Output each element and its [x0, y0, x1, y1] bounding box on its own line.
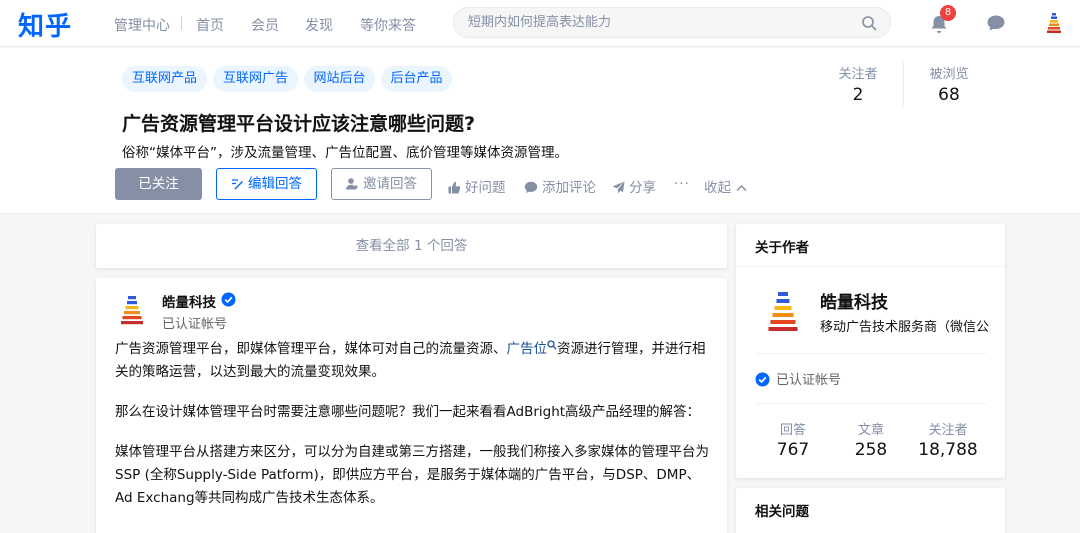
verified-badge-icon	[221, 292, 236, 307]
nav-divider	[181, 16, 182, 30]
stat-articles-value[interactable]: 258	[831, 440, 911, 460]
divider	[755, 353, 987, 354]
notification-badge: 8	[940, 5, 956, 21]
nav-membership[interactable]: 会员	[251, 15, 279, 35]
stat-followers-label: 关注者	[928, 423, 968, 438]
topic-tag[interactable]: 后台产品	[381, 66, 452, 92]
followers-label: 关注者	[838, 67, 878, 82]
edit-answer-label: 编辑回答	[248, 176, 302, 192]
chevron-up-icon	[736, 184, 747, 192]
search-small-icon	[547, 340, 557, 350]
stat-answers-label: 回答	[779, 423, 806, 438]
sidebar-author-description: 移动广告技术服务商（微信公众号）	[820, 320, 990, 335]
invite-answer-button[interactable]: 邀请回答	[331, 168, 432, 200]
share-button[interactable]: 分享	[612, 176, 656, 196]
invite-user-icon	[346, 178, 358, 190]
question-title[interactable]: 广告资源管理平台设计应该注意哪些问题?	[122, 109, 475, 136]
more-options-button[interactable]: ···	[674, 176, 690, 192]
stat-followers-value[interactable]: 18,788	[908, 440, 988, 460]
nav-discover[interactable]: 发现	[305, 15, 333, 35]
author-verified-text: 已认证帐号	[162, 317, 228, 332]
about-author-title: 关于作者	[755, 240, 809, 256]
collapse-label: 收起	[704, 180, 731, 196]
follow-button[interactable]: 已关注	[115, 168, 202, 200]
search-box	[453, 7, 891, 38]
stat-answers-value[interactable]: 767	[753, 440, 833, 460]
sidebar-verified-text: 已认证帐号	[776, 373, 842, 388]
message-icon[interactable]	[986, 14, 1006, 32]
topic-tag[interactable]: 互联网产品	[122, 66, 207, 92]
add-comment-label: 添加评论	[542, 180, 596, 196]
search-icon[interactable]	[861, 15, 877, 31]
share-icon	[612, 181, 625, 194]
views-label: 被浏览	[929, 67, 969, 82]
topic-tag[interactable]: 网站后台	[304, 66, 375, 92]
ad-slot-link[interactable]: 广告位	[506, 340, 558, 357]
related-questions-title: 相关问题	[755, 504, 809, 520]
nav-waiting-answers[interactable]: 等你来答	[360, 15, 416, 35]
author-avatar[interactable]	[117, 294, 147, 326]
stat-divider	[903, 62, 904, 106]
user-avatar[interactable]	[1046, 12, 1064, 34]
answer-paragraph: 媒体管理平台从搭建方来区分，可以分为自建或第三方搭建，一般我们称接入多家媒体的管…	[115, 444, 709, 506]
comment-icon	[524, 181, 538, 193]
answer-paragraph: 那么在设计媒体管理平台时需要注意哪些问题呢？我们一起来看看AdBright高级产…	[115, 404, 701, 420]
sidebar-author-avatar[interactable]	[763, 290, 803, 332]
answer-text: 广告资源管理平台，即媒体管理平台，媒体可对自己的流量资源、	[115, 341, 507, 357]
sidebar-author-name[interactable]: 皓量科技	[820, 288, 888, 313]
author-name[interactable]: 皓量科技	[162, 291, 216, 311]
verified-badge-icon	[755, 372, 770, 387]
invite-answer-label: 邀请回答	[363, 176, 417, 192]
good-question-label: 好问题	[465, 180, 506, 196]
followers-count[interactable]: 2	[828, 85, 888, 105]
nav-admin-center[interactable]: 管理中心	[114, 15, 170, 35]
stat-articles-label: 文章	[857, 423, 884, 438]
divider	[755, 403, 987, 404]
good-question-button[interactable]: 好问题	[448, 176, 506, 196]
view-all-answers-link[interactable]: 查看全部 1 个回答	[96, 224, 727, 268]
top-bar: 知乎 管理中心 首页 会员 发现 等你来答 8	[0, 0, 1080, 47]
add-comment-button[interactable]: 添加评论	[524, 176, 596, 196]
edit-answer-button[interactable]: 编辑回答	[216, 168, 317, 200]
collapse-button[interactable]: 收起	[704, 176, 747, 196]
share-label: 分享	[629, 180, 656, 196]
topic-tag[interactable]: 互联网广告	[213, 66, 298, 92]
question-description: 俗称“媒体平台”，涉及流量管理、广告位配置、底价管理等媒体资源管理。	[122, 145, 568, 161]
views-count: 68	[938, 85, 960, 105]
zhihu-logo[interactable]: 知乎	[18, 6, 72, 43]
ad-slot-link-text: 广告位	[506, 341, 548, 357]
divider	[736, 266, 1005, 267]
edit-icon	[232, 179, 244, 190]
thumbs-up-icon	[448, 181, 461, 194]
sidebar-verified-row: 已认证帐号	[755, 369, 841, 388]
search-input[interactable]	[468, 8, 848, 37]
nav-home[interactable]: 首页	[196, 15, 224, 35]
answer-paragraph: 广告资源管理平台，即媒体管理平台，媒体可对自己的流量资源、广告位 资源进行管理，并…	[115, 338, 710, 384]
